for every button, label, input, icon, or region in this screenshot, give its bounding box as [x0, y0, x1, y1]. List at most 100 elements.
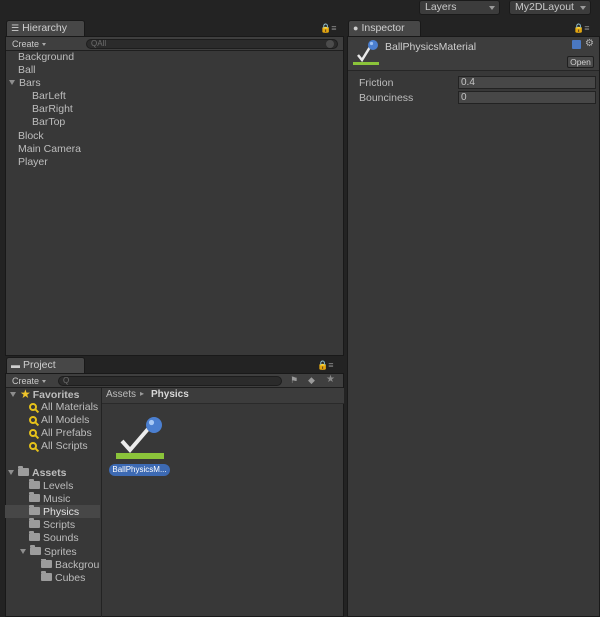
project-toolbar: Create Q ⚑ ◆ ★ — [6, 374, 343, 388]
hierarchy-search-placeholder: All — [97, 39, 107, 48]
foldout-arrow-icon[interactable] — [10, 392, 16, 397]
hierarchy-item[interactable]: Main Camera — [18, 143, 81, 156]
hierarchy-create-label: Create — [12, 39, 40, 49]
project-create-label: Create — [12, 376, 40, 386]
tab-project[interactable]: ▬ Project — [6, 357, 85, 373]
hierarchy-item-label: Background — [18, 51, 75, 63]
folder-item-label: Sprites — [44, 546, 77, 558]
folder-tab-icon: ▬ — [11, 360, 20, 370]
folder-item[interactable]: Backgrour — [41, 559, 100, 572]
project-create-button[interactable]: Create — [12, 375, 47, 387]
open-button[interactable]: Open — [567, 56, 594, 68]
clear-search-icon[interactable] — [326, 40, 334, 48]
hierarchy-item[interactable]: Bars — [9, 77, 41, 90]
panel-menu-icon[interactable]: ≡ — [328, 360, 333, 370]
foldout-arrow-icon[interactable] — [8, 470, 14, 475]
assets-header[interactable]: Assets — [8, 466, 67, 480]
hierarchy-item-label: Block — [18, 130, 44, 142]
filter-by-type-icon[interactable]: ⚑ — [290, 375, 298, 386]
hierarchy-tab-controls: 🔒≡ — [320, 23, 336, 34]
inspector-tab-controls: 🔒≡ — [573, 23, 589, 34]
search-filter-icon — [29, 403, 37, 411]
inspector-header: BallPhysicsMaterial ⚙ Open — [348, 37, 599, 71]
physics-material-asset-icon[interactable] — [114, 415, 166, 461]
lock-icon[interactable]: 🔒 — [573, 23, 584, 33]
hierarchy-item[interactable]: BarTop — [32, 116, 65, 129]
chevron-down-icon — [42, 380, 47, 383]
folder-item-label: Backgrour — [55, 559, 100, 571]
hierarchy-item-label: Main Camera — [18, 143, 82, 155]
search-filter-icon — [29, 442, 37, 450]
lock-icon[interactable]: 🔒 — [320, 23, 331, 33]
search-filter-icon — [29, 429, 37, 437]
folder-icon — [29, 518, 40, 528]
favorite-item-label: All Prefabs — [41, 427, 92, 439]
folder-item[interactable]: Scripts — [29, 518, 76, 532]
search-filter-icon — [29, 416, 37, 424]
hierarchy-item[interactable]: Player — [18, 156, 48, 169]
layers-dropdown-label: Layers — [425, 1, 457, 13]
bounciness-field[interactable]: 0 — [458, 91, 596, 104]
folder-item-label: Levels — [43, 480, 74, 492]
asset-tile-label[interactable]: BallPhysicsM... — [109, 464, 170, 476]
favorites-star-icon: ★ — [20, 387, 31, 401]
folder-icon — [41, 571, 52, 581]
favorite-item[interactable]: All Scripts — [29, 440, 88, 453]
hierarchy-item[interactable]: Block — [18, 130, 44, 143]
hierarchy-item-label: Ball — [18, 64, 36, 76]
hierarchy-item[interactable]: Ball — [18, 64, 36, 77]
folder-item[interactable]: Cubes — [41, 571, 85, 585]
hierarchy-item[interactable]: BarLeft — [32, 90, 66, 103]
tab-inspector-label: Inspector — [361, 22, 405, 34]
hierarchy-panel: Create QAll Background Ball Bars BarLeft… — [5, 36, 344, 356]
tab-inspector[interactable]: ● Inspector — [348, 20, 421, 36]
filter-by-label-icon[interactable]: ◆ — [308, 375, 315, 386]
hierarchy-item-label: BarRight — [32, 103, 73, 115]
layout-dropdown[interactable]: My2DLayout — [509, 0, 591, 15]
foldout-arrow-icon[interactable] — [9, 80, 15, 85]
panel-menu-icon[interactable]: ≡ — [331, 23, 336, 33]
favorite-item-label: All Materials — [41, 401, 99, 413]
hierarchy-toolbar: Create QAll — [6, 37, 343, 51]
folder-item-selected[interactable]: Physics — [29, 505, 79, 519]
lock-icon[interactable]: 🔒 — [317, 360, 328, 370]
tab-project-label: Project — [23, 359, 56, 371]
bounciness-label: Bounciness — [359, 92, 414, 104]
search-icon: Q — [63, 376, 70, 385]
favorite-item[interactable]: All Models — [29, 414, 89, 427]
favorites-label: Favorites — [32, 389, 80, 401]
hierarchy-item-label: BarLeft — [32, 90, 66, 102]
project-search-input[interactable]: Q — [58, 376, 282, 386]
list-icon: ☰ — [11, 23, 20, 33]
breadcrumb-current[interactable]: Physics — [151, 389, 189, 400]
chevron-down-icon — [489, 6, 495, 10]
favorite-item[interactable]: All Prefabs — [29, 427, 92, 440]
hierarchy-item[interactable]: BarRight — [32, 103, 73, 116]
tab-hierarchy-label: Hierarchy — [22, 22, 68, 34]
folder-item-label: Scripts — [43, 519, 76, 531]
folder-icon — [29, 479, 40, 489]
favorite-item-label: All Models — [41, 414, 90, 426]
folder-item[interactable]: Sprites — [20, 545, 77, 559]
panel-menu-icon[interactable]: ≡ — [584, 23, 589, 33]
folder-item[interactable]: Sounds — [29, 531, 79, 545]
hierarchy-create-button[interactable]: Create — [12, 38, 47, 50]
layers-dropdown[interactable]: Layers — [419, 0, 500, 15]
hierarchy-item[interactable]: Background — [18, 51, 74, 64]
assets-label: Assets — [32, 467, 67, 479]
folder-icon — [30, 545, 41, 555]
folder-item[interactable]: Levels — [29, 479, 74, 493]
friction-field[interactable]: 0.4 — [458, 76, 596, 89]
breadcrumb-root[interactable]: Assets — [106, 389, 136, 400]
foldout-arrow-icon[interactable] — [20, 549, 26, 554]
tab-hierarchy[interactable]: ☰ Hierarchy — [6, 20, 85, 36]
hierarchy-item-label: BarTop — [32, 116, 66, 128]
help-icon[interactable] — [572, 40, 581, 49]
gear-icon[interactable]: ⚙ — [585, 38, 594, 49]
favorite-star-icon[interactable]: ★ — [326, 374, 335, 385]
project-tab-controls: 🔒≡ — [317, 360, 333, 371]
favorites-header[interactable]: ★ Favorites — [10, 388, 79, 402]
favorite-item[interactable]: All Materials — [29, 401, 98, 414]
folder-item-label: Sounds — [43, 532, 79, 544]
hierarchy-search-input[interactable]: QAll — [86, 39, 338, 49]
